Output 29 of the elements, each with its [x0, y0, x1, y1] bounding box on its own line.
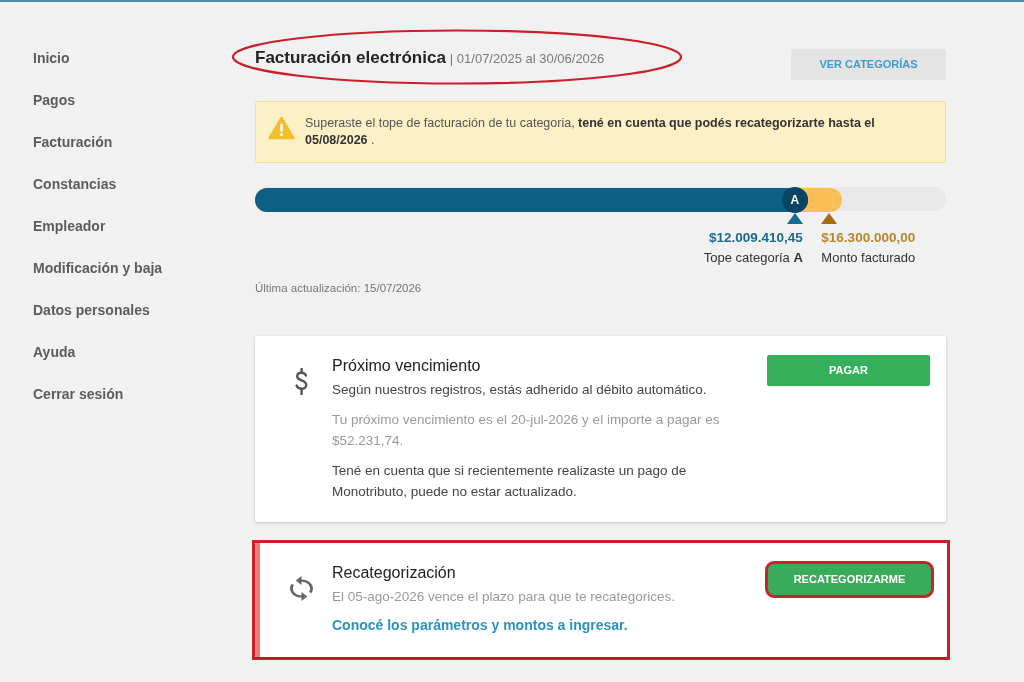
- sidebar-link[interactable]: Pagos: [33, 90, 75, 110]
- sidebar-link[interactable]: Ayuda: [33, 342, 76, 362]
- alert-message: Superaste el tope de facturación de tu categoria, tené en cuenta que podés recategorizarte hasta el 05/08/2026 .: [305, 115, 876, 149]
- sidebar-link[interactable]: Constancias: [33, 174, 117, 194]
- sidebar-link[interactable]: Facturación: [33, 132, 113, 152]
- sidebar-link[interactable]: Inicio: [33, 48, 70, 68]
- amount-value: $12.009.410,45: [708, 229, 803, 247]
- card-title: Recategorización: [332, 563, 457, 583]
- sync-icon: [289, 576, 313, 601]
- amount-value: $16.300.000,00: [821, 229, 916, 247]
- warning-icon: [268, 116, 295, 140]
- sidebar-link[interactable]: Cerrar sesión: [33, 384, 124, 404]
- card-text: Según nuestros registros, estás adherido al débito automático.: [332, 381, 708, 399]
- dollar-icon: [294, 368, 308, 395]
- card-text: Tené en cuenta que si recientemente realizaste un pago de Monotributo, puede no estar actualizado.: [332, 462, 688, 501]
- amount-label: Monto facturado: [821, 249, 916, 267]
- card-text: El 05-ago-2026 vence el plazo para que te recategorices.: [332, 588, 676, 606]
- triangle-marker-icon: [821, 213, 838, 224]
- card-title: Próximo vencimiento: [332, 356, 482, 376]
- card-text: Tu próximo vencimiento es el 20-jul-2026 y el importe a pagar es $52.231,74.: [332, 411, 721, 450]
- last-update-text: Última actualización: 15/07/2026: [255, 281, 423, 296]
- parameters-link[interactable]: Conocé los parámetros y montos a ingresar.: [332, 615, 628, 636]
- page-title: Facturación electrónica: [255, 48, 446, 67]
- triangle-marker-icon: [786, 213, 803, 224]
- sidebar-link[interactable]: Empleador: [33, 216, 106, 236]
- sidebar-link[interactable]: Modificación y baja: [33, 258, 163, 278]
- sidebar-link[interactable]: Datos personales: [33, 300, 150, 320]
- date-range: | 01/07/2025 al 30/06/2026: [449, 51, 605, 66]
- amount-label: Tope categoría A: [703, 249, 803, 267]
